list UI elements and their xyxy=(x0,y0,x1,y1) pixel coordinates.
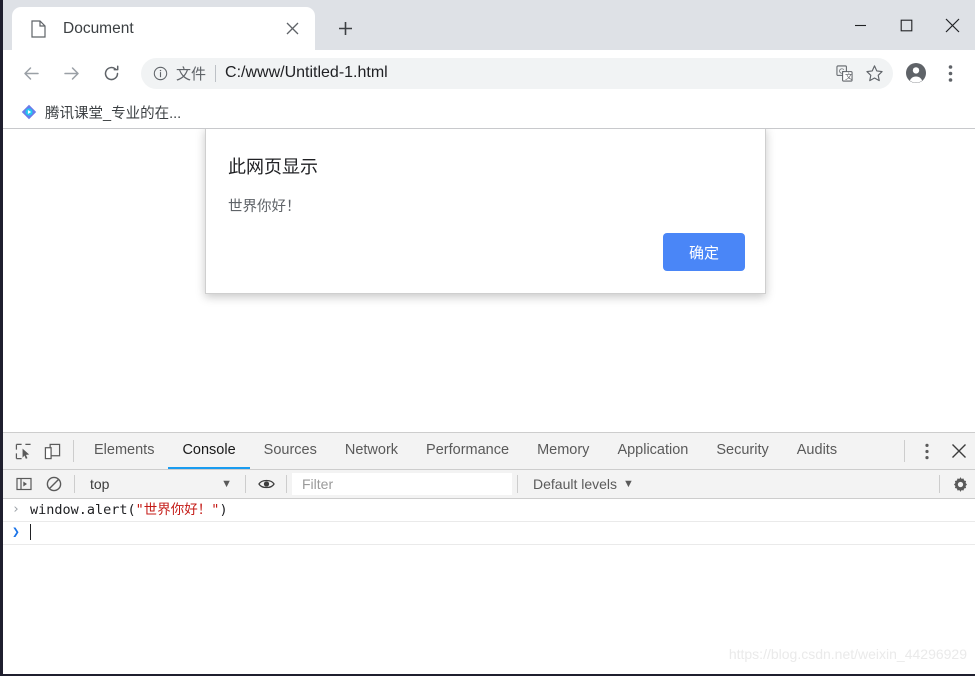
profile-avatar-icon[interactable] xyxy=(899,56,933,90)
console-prompt-row[interactable]: ❯ xyxy=(3,522,975,545)
devtools-tab-application[interactable]: Application xyxy=(603,433,702,469)
bookmark-label: 腾讯课堂_专业的在... xyxy=(45,105,182,122)
devtools-tab-elements[interactable]: Elements xyxy=(80,433,168,469)
bookmark-bar: 腾讯课堂_专业的在... xyxy=(3,96,975,129)
devtools-tabbar-spacer xyxy=(851,433,898,469)
devtools-tab-network[interactable]: Network xyxy=(331,433,412,469)
url-scheme-label: 文件 xyxy=(176,65,207,83)
console-filter-input[interactable] xyxy=(292,473,512,495)
browser-tab-document[interactable]: Document xyxy=(12,7,315,50)
console-output: › window.alert("世界你好！") ❯ https://blog.c… xyxy=(3,499,975,668)
reload-icon[interactable] xyxy=(93,55,129,91)
star-icon[interactable] xyxy=(859,58,889,88)
devtools-right-divider xyxy=(904,440,905,462)
devtools-tab-security[interactable]: Security xyxy=(702,433,782,469)
devtools-toolbar-divider xyxy=(73,440,74,462)
tab-strip: Document xyxy=(3,0,975,50)
three-dot-menu-icon[interactable] xyxy=(933,56,967,90)
console-sidebar-icon[interactable] xyxy=(9,470,39,498)
console-toolbar-divider-4 xyxy=(517,475,518,493)
console-levels-selector[interactable]: Default levels ▼ xyxy=(523,470,644,498)
console-toolbar-divider-5 xyxy=(939,475,940,493)
dialog-message: 世界你好！ xyxy=(228,199,301,215)
browser-toolbar: 文件 C:/www/Untitled-1.html G 文 xyxy=(3,50,975,96)
clear-console-icon[interactable] xyxy=(39,470,69,498)
devtools-tab-sources[interactable]: Sources xyxy=(250,433,331,469)
console-toolbar: top ▼ Default levels ▼ xyxy=(3,470,975,499)
tencent-classroom-icon xyxy=(21,104,37,120)
maximize-icon[interactable] xyxy=(883,0,929,50)
console-prompt-input[interactable] xyxy=(30,524,31,542)
console-input-echo-row: › window.alert("世界你好！") xyxy=(3,499,975,522)
console-prompt-arrow: ❯ xyxy=(12,525,20,540)
more-options-icon[interactable] xyxy=(911,433,943,469)
close-devtools-icon[interactable] xyxy=(943,433,975,469)
dialog-ok-button[interactable]: 确定 xyxy=(663,233,745,271)
browser-window: Document 文件 C:/www/Untitled-1.html G 文 腾… xyxy=(0,0,975,676)
console-context-value: top xyxy=(90,476,110,492)
devtools-tab-performance[interactable]: Performance xyxy=(412,433,523,469)
console-code-string: "世界你好！" xyxy=(135,502,220,518)
tab-title: Document xyxy=(63,19,134,37)
text-caret xyxy=(30,524,31,540)
close-icon[interactable] xyxy=(279,16,305,42)
omnibox-actions: G 文 xyxy=(829,58,889,88)
console-code-prefix: window.alert( xyxy=(30,502,136,518)
page-icon xyxy=(30,19,47,38)
translate-icon[interactable]: G 文 xyxy=(829,58,859,88)
dialog-title: 此网页显示 xyxy=(228,157,318,178)
forward-arrow-icon[interactable] xyxy=(53,55,89,91)
live-expression-eye-icon[interactable] xyxy=(251,470,281,498)
toolbar-right-actions xyxy=(899,56,967,90)
devtools-tab-console[interactable]: Console xyxy=(168,433,250,469)
url-text: C:/www/Untitled-1.html xyxy=(225,64,388,81)
devtools-tab-memory[interactable]: Memory xyxy=(523,433,603,469)
dialog-actions: 确定 xyxy=(663,233,745,271)
address-bar[interactable]: 文件 C:/www/Untitled-1.html G 文 xyxy=(141,57,893,89)
devtools-panel: Elements Console Sources Network Perform… xyxy=(3,432,975,668)
close-window-icon[interactable] xyxy=(929,0,975,50)
chevron-down-icon: ▼ xyxy=(623,478,634,490)
bookmark-item-tencent-classroom[interactable]: 腾讯课堂_专业的在... xyxy=(13,100,189,125)
inspect-element-icon[interactable] xyxy=(9,433,38,469)
svg-text:文: 文 xyxy=(844,71,852,81)
omnibox-divider xyxy=(215,64,217,82)
back-arrow-icon[interactable] xyxy=(13,55,49,91)
console-toolbar-divider-1 xyxy=(74,475,75,493)
console-context-selector[interactable]: top ▼ xyxy=(80,470,240,498)
console-row-arrow: › xyxy=(12,502,20,517)
devtools-tab-bar: Elements Console Sources Network Perform… xyxy=(3,433,975,470)
console-toolbar-divider-2 xyxy=(245,475,246,493)
console-toolbar-divider-3 xyxy=(286,475,287,493)
window-controls xyxy=(837,0,975,50)
javascript-alert-dialog: 此网页显示 世界你好！ 确定 xyxy=(205,129,766,294)
chevron-down-icon: ▼ xyxy=(221,478,232,490)
console-code: window.alert("世界你好！") xyxy=(30,501,228,519)
console-code-suffix: ) xyxy=(219,502,228,518)
console-levels-label: Default levels xyxy=(533,476,618,492)
minimize-icon[interactable] xyxy=(837,0,883,50)
devtools-tab-audits[interactable]: Audits xyxy=(783,433,851,469)
page-viewport: 此网页显示 世界你好！ 确定 xyxy=(3,129,975,432)
info-circle-icon[interactable] xyxy=(153,66,168,81)
console-toolbar-spacer xyxy=(644,470,934,498)
new-tab-button[interactable] xyxy=(328,11,362,45)
gear-icon[interactable] xyxy=(945,470,975,498)
device-toolbar-icon[interactable] xyxy=(38,433,67,469)
watermark: https://blog.csdn.net/weixin_44296929 xyxy=(728,646,967,662)
